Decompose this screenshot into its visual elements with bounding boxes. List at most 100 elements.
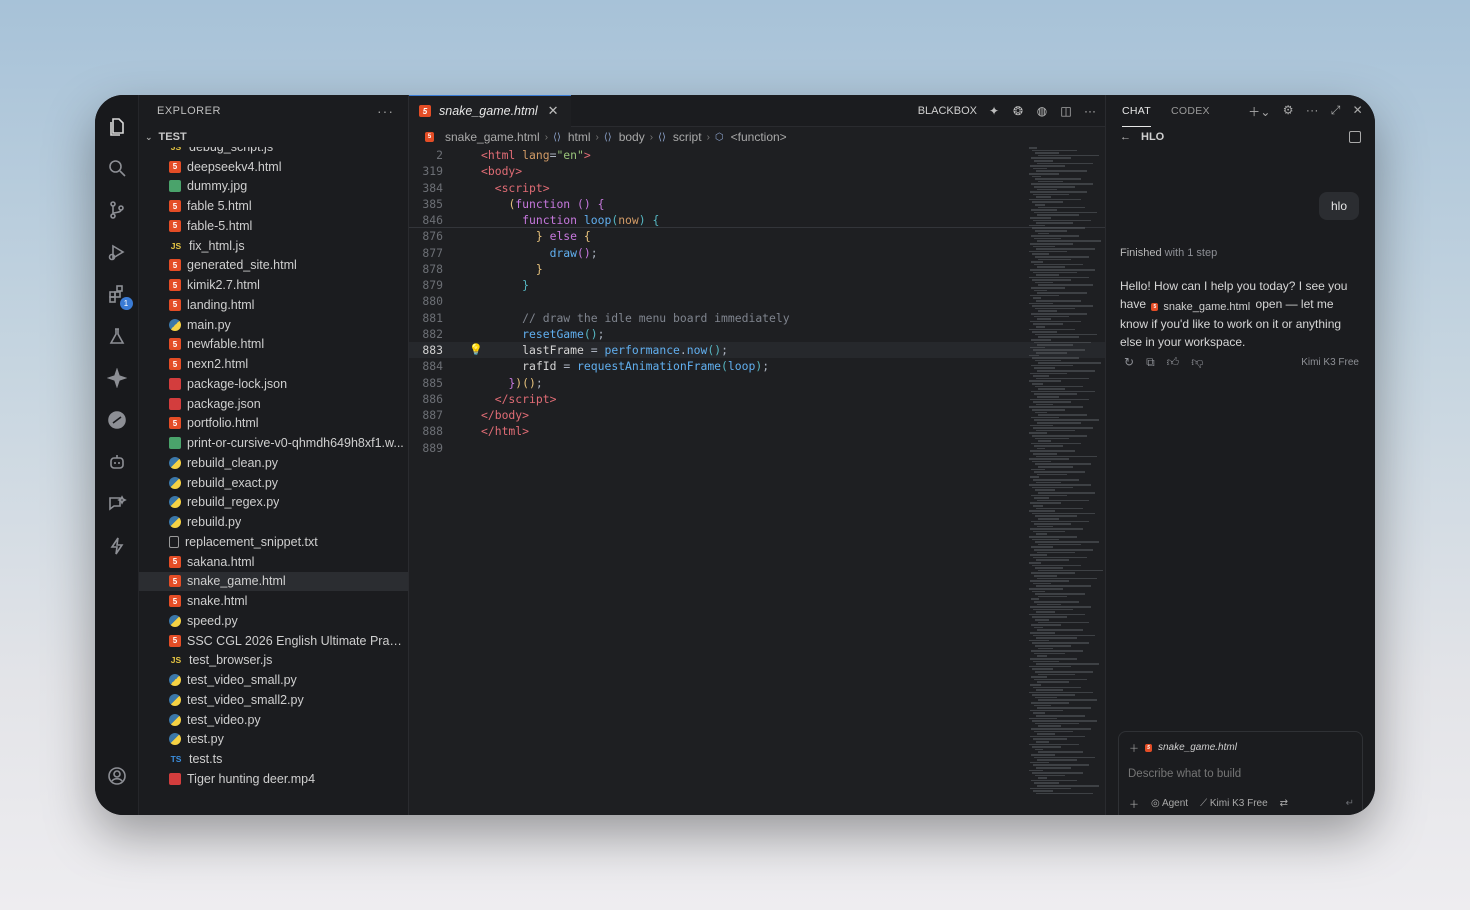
bot-icon[interactable] <box>103 448 131 476</box>
account-icon[interactable] <box>103 762 131 790</box>
file-item[interactable]: dummy.jpg <box>139 177 408 197</box>
search-icon[interactable] <box>103 154 131 182</box>
tab-snake-game[interactable]: 5 snake_game.html ✕ <box>409 95 571 127</box>
file-item[interactable]: JS test_browser.js <box>139 651 408 671</box>
file-item[interactable]: JS debug_script.js <box>139 147 408 157</box>
maximize-icon[interactable]: ⤢ <box>1331 103 1341 120</box>
settings-sliders-icon[interactable]: ⇄ <box>1280 798 1288 809</box>
file-item[interactable]: main.py <box>139 315 408 335</box>
vid-file-icon <box>169 772 181 785</box>
explorer-more-button[interactable]: ··· <box>377 103 394 119</box>
minimap-line <box>1034 756 1095 759</box>
source-control-icon[interactable] <box>103 196 131 224</box>
code-line: 885 })(); <box>422 375 543 390</box>
thumbs-down-icon[interactable]: 👎︎ <box>1191 355 1203 370</box>
folder-test[interactable]: ⌄ TEST <box>139 127 408 147</box>
attach-plus-icon[interactable]: ＋ <box>1129 796 1139 811</box>
file-item[interactable]: JS fix_html.js <box>139 236 408 256</box>
more-actions-button[interactable]: ··· <box>1083 104 1097 118</box>
split-editor-icon[interactable]: ◫ <box>1059 104 1073 118</box>
copy-icon[interactable]: ⧉ <box>1146 355 1155 370</box>
file-item[interactable]: 5 kimik2.7.html <box>139 275 408 295</box>
file-item[interactable]: 5 landing.html <box>139 295 408 315</box>
file-item[interactable]: speed.py <box>139 611 408 631</box>
breadcrumb-item-html[interactable]: html <box>568 130 591 144</box>
minimap-line <box>1033 504 1043 507</box>
toggle-sidebar-icon[interactable] <box>1349 131 1361 143</box>
chat-title-bar: ← HLO <box>1106 127 1375 147</box>
file-name: Tiger hunting deer.mp4 <box>187 771 316 786</box>
file-item[interactable]: 5 fable 5.html <box>139 196 408 216</box>
file-item[interactable]: Tiger hunting deer.mp4 <box>139 769 408 789</box>
minimap-line <box>1037 240 1101 242</box>
testing-flask-icon[interactable] <box>103 322 131 350</box>
file-item[interactable]: print-or-cursive-v0-qhmdh649h8xf1.w... <box>139 433 408 453</box>
minimap-line <box>1034 419 1099 421</box>
file-item[interactable]: 5 sakana.html <box>139 552 408 572</box>
file-item[interactable]: rebuild_regex.py <box>139 493 408 513</box>
close-icon[interactable]: ✕ <box>1353 103 1363 120</box>
minimap[interactable] <box>1029 147 1103 815</box>
file-item[interactable]: TS test.ts <box>139 749 408 769</box>
file-item[interactable]: 5 portfolio.html <box>139 414 408 434</box>
file-item[interactable]: package-lock.json <box>139 374 408 394</box>
file-item[interactable]: 5 snake.html <box>139 591 408 611</box>
file-item[interactable]: 5 generated_site.html <box>139 256 408 276</box>
file-item[interactable]: test.py <box>139 730 408 750</box>
minimap-line <box>1032 408 1065 411</box>
file-item[interactable]: rebuild_exact.py <box>139 473 408 493</box>
element-icon: ⟨⟩ <box>658 131 666 143</box>
file-item[interactable]: 5 snake_game.html <box>139 571 408 592</box>
send-icon[interactable]: ↵ <box>1346 798 1354 809</box>
retry-icon[interactable]: ↻ <box>1124 355 1134 370</box>
breadcrumb-item-body[interactable]: body <box>619 130 645 144</box>
model-selector[interactable]: ⟋ Kimi K3 Free <box>1200 798 1268 809</box>
mode-selector[interactable]: ◎ Agent <box>1151 798 1188 809</box>
context-chip[interactable]: ＋ 5 snake_game.html <box>1129 740 1237 755</box>
file-item[interactable]: test_video.py <box>139 710 408 730</box>
sparkle-ai-icon[interactable] <box>103 364 131 392</box>
thumbs-up-icon[interactable]: 👍︎ <box>1167 355 1180 370</box>
breadcrumb-item-script[interactable]: script <box>673 130 702 144</box>
tab-chat[interactable]: CHAT <box>1122 95 1152 127</box>
blackbox-button[interactable]: BLACKBOX <box>918 105 977 117</box>
file-item[interactable]: 5 SSC CGL 2026 English Ultimate Practi... <box>139 631 408 651</box>
sparkle-icon[interactable]: ✦ <box>987 104 1001 118</box>
file-item[interactable]: 5 deepseekv4.html <box>139 157 408 177</box>
remote-explorer-icon[interactable] <box>103 406 131 434</box>
minimap-line <box>1038 569 1103 572</box>
file-item[interactable]: 5 nexn2.html <box>139 354 408 374</box>
globe-icon[interactable]: ◍ <box>1035 104 1049 118</box>
file-item[interactable]: rebuild.py <box>139 512 408 532</box>
code-line: 846 function loop(now) { <box>409 212 1105 229</box>
lightbulb-icon[interactable]: 💡 <box>469 343 483 356</box>
code-editor[interactable]: 2 <html lang="en"> 319 <body> 384 <script>… <box>409 147 1105 815</box>
file-item[interactable]: test_video_small2.py <box>139 690 408 710</box>
file-item[interactable]: rebuild_clean.py <box>139 453 408 473</box>
file-item[interactable]: 5 newfable.html <box>139 335 408 355</box>
run-debug-icon[interactable] <box>103 238 131 266</box>
add-context-icon[interactable]: ＋ <box>1129 740 1139 755</box>
inline-file-chip[interactable]: 5 snake_game.html <box>1151 299 1250 317</box>
breadcrumb-item-function[interactable]: <function> <box>731 130 787 144</box>
minimap-line <box>1037 603 1061 606</box>
file-item[interactable]: test_video_small.py <box>139 670 408 690</box>
breadcrumb-item-file[interactable]: snake_game.html <box>445 130 540 144</box>
files-icon[interactable] <box>103 112 131 140</box>
gear-icon[interactable]: ⚙ <box>1283 103 1294 120</box>
file-item[interactable]: replacement_snippet.txt <box>139 532 408 552</box>
new-chat-icon[interactable]: ＋⌄ <box>1248 103 1271 120</box>
openai-icon[interactable]: ❂ <box>1011 104 1025 118</box>
minimap-line <box>1033 427 1093 429</box>
back-arrow-icon[interactable]: ← <box>1120 131 1131 143</box>
chat-input[interactable] <box>1128 768 1348 780</box>
file-item[interactable]: package.json <box>139 394 408 414</box>
minimap-line <box>1035 385 1083 388</box>
lightning-icon[interactable] <box>103 532 131 560</box>
chat-sparkle-icon[interactable] <box>103 490 131 518</box>
file-item[interactable]: 5 fable-5.html <box>139 216 408 236</box>
tab-codex[interactable]: CODEX <box>1171 95 1210 127</box>
close-tab-button[interactable]: ✕ <box>548 103 559 119</box>
extensions-icon[interactable]: 1 <box>103 280 133 310</box>
more-icon[interactable]: ··· <box>1306 103 1319 120</box>
